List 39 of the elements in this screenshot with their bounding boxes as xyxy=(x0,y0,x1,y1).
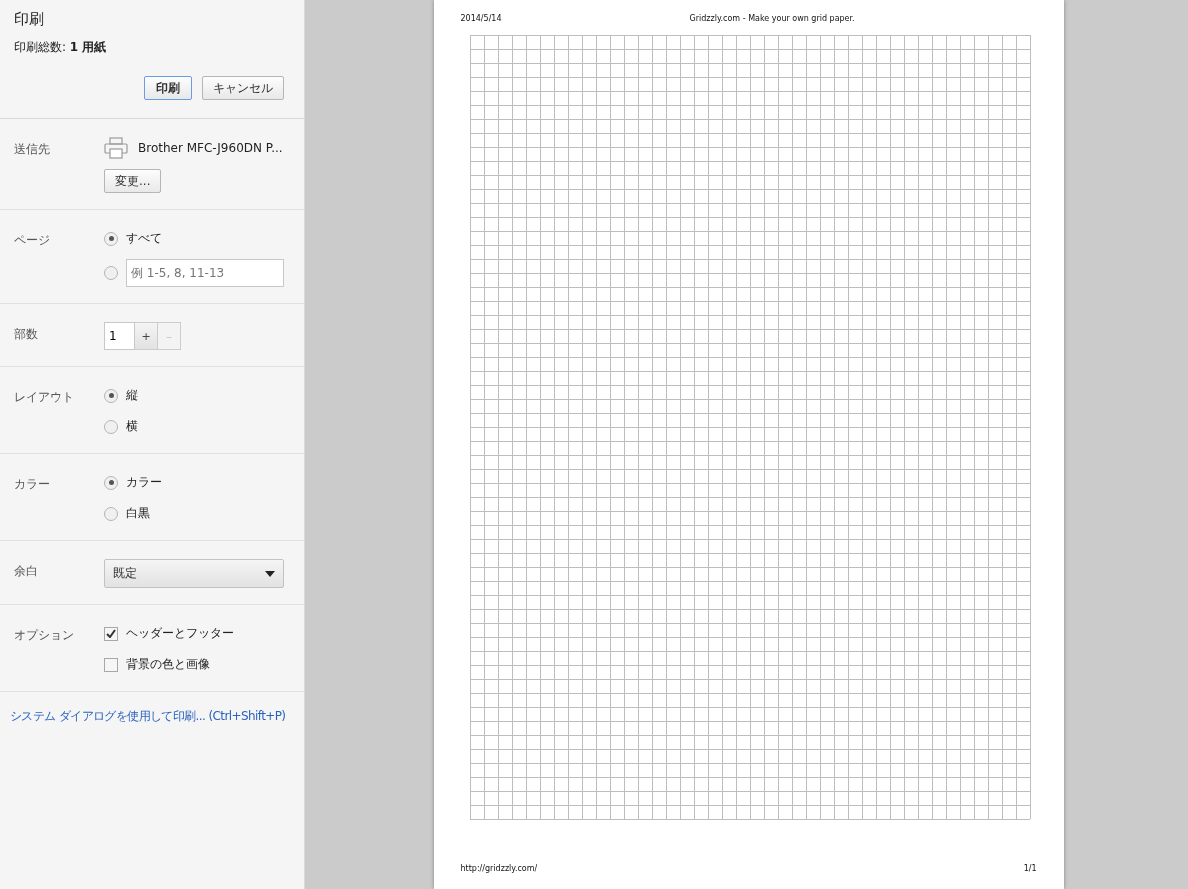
setting-label: オプション xyxy=(14,627,75,644)
dialog-title: 印刷 xyxy=(14,10,45,29)
radio-button[interactable] xyxy=(104,231,118,246)
margin-dropdown[interactable]: 既定 xyxy=(104,559,284,588)
setting-label: ページ xyxy=(14,232,51,249)
cancel-button[interactable]: キャンセル xyxy=(202,76,284,100)
setting-label: 部数 xyxy=(14,326,39,343)
page-number: 1/1 xyxy=(1023,864,1037,873)
print-total: 印刷総数: 1 用紙 xyxy=(14,39,108,56)
radio-button[interactable] xyxy=(104,475,118,490)
setting-label: カラー xyxy=(14,476,51,493)
page-range-field[interactable]: 例 1-5, 8, 11-13 xyxy=(126,259,284,287)
print-button[interactable]: 印刷 xyxy=(144,76,192,100)
page-header-title: Gridzzly.com - Make your own grid paper. xyxy=(689,14,855,25)
radio-label: 横 xyxy=(126,418,138,435)
copies-field[interactable]: 1 xyxy=(104,322,135,350)
radio-label: 縦 xyxy=(126,387,138,404)
stepper-button[interactable]: + xyxy=(135,322,158,350)
page-header-date: 2014/5/14 xyxy=(460,14,502,25)
checkbox-label: ヘッダーとフッター xyxy=(126,625,234,642)
checkbox[interactable] xyxy=(104,657,118,672)
radio-label: 白黒 xyxy=(126,505,150,522)
checkbox-label: 背景の色と画像 xyxy=(126,656,210,673)
radio-label: カラー xyxy=(126,474,162,491)
system-dialog-link[interactable]: システム ダイアログを使用して印刷... (Ctrl+Shift+P) xyxy=(0,692,304,725)
setting-label: 送信先 xyxy=(14,141,51,158)
radio-button[interactable] xyxy=(104,266,118,280)
setting-label: 余白 xyxy=(14,563,39,580)
page-footer-url: http://gridzzly.com/ xyxy=(460,864,538,873)
setting-label: レイアウト xyxy=(14,389,75,406)
checkbox[interactable] xyxy=(104,626,118,641)
radio-label: すべて xyxy=(126,230,162,247)
caret-icon xyxy=(265,570,275,577)
change-button[interactable]: 変更... xyxy=(104,169,162,193)
radio-button[interactable] xyxy=(104,419,118,434)
printer-icon xyxy=(104,137,128,159)
radio-button[interactable] xyxy=(104,506,118,521)
printer-name: Brother MFC-J960DN P... xyxy=(138,141,283,155)
radio-button[interactable] xyxy=(104,388,118,403)
